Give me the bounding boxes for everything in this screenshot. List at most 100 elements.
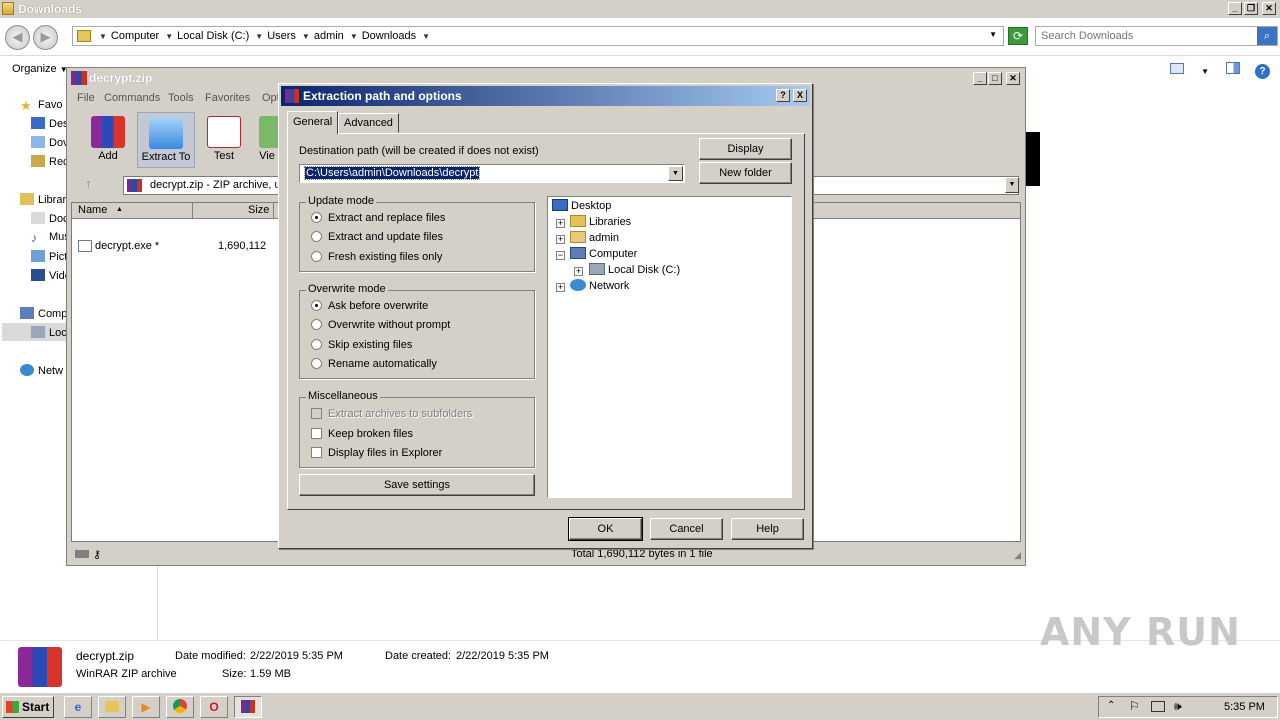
- chevron-down-icon[interactable]: ▼: [165, 32, 173, 41]
- nav-videos[interactable]: Vide: [31, 269, 71, 282]
- close-button[interactable]: ✕: [1006, 72, 1020, 85]
- tree-node-desktop[interactable]: Desktop: [552, 199, 611, 212]
- expand-icon[interactable]: +: [556, 283, 565, 292]
- close-button[interactable]: ✕: [1262, 2, 1276, 15]
- chrome-icon[interactable]: [166, 696, 194, 718]
- organize-button[interactable]: Organize ▼: [12, 63, 68, 75]
- destination-path-value[interactable]: C:\Users\admin\Downloads\decrypt: [303, 166, 481, 180]
- column-name[interactable]: Name: [78, 204, 107, 216]
- breadcrumb-local-disk[interactable]: Local Disk (C:): [177, 30, 249, 42]
- winrar-taskbar-icon[interactable]: [234, 696, 262, 718]
- search-input[interactable]: [1036, 27, 1251, 45]
- radio-skip-existing[interactable]: Skip existing files: [311, 339, 412, 351]
- path-dropdown-button[interactable]: ▼: [1005, 177, 1019, 193]
- column-size[interactable]: Size: [248, 204, 269, 216]
- radio-rename-automatically[interactable]: Rename automatically: [311, 358, 437, 370]
- chevron-down-icon[interactable]: ▼: [422, 32, 430, 41]
- cancel-button[interactable]: Cancel: [650, 518, 723, 540]
- ok-button[interactable]: OK: [568, 517, 643, 541]
- nav-pictures[interactable]: Pict: [31, 250, 67, 263]
- help-icon[interactable]: ?: [1255, 64, 1271, 79]
- nav-music[interactable]: ♪ Mus: [31, 231, 70, 245]
- nav-desktop[interactable]: Des: [31, 117, 69, 130]
- preview-pane-icon[interactable]: [1226, 62, 1241, 74]
- destination-path-field[interactable]: C:\Users\admin\Downloads\decrypt ▼: [299, 164, 685, 183]
- collapse-icon[interactable]: −: [556, 251, 565, 260]
- column-divider[interactable]: [192, 203, 193, 218]
- radio-icon[interactable]: [311, 231, 322, 242]
- expand-icon[interactable]: +: [556, 235, 565, 244]
- chevron-down-icon[interactable]: ▼: [255, 32, 263, 41]
- radio-extract-update[interactable]: Extract and update files: [311, 231, 443, 243]
- tab-advanced[interactable]: Advanced: [338, 113, 399, 133]
- nav-libraries[interactable]: Librar: [20, 193, 66, 206]
- checkbox-keep-broken[interactable]: Keep broken files: [311, 428, 413, 440]
- volume-icon[interactable]: 🕪: [1174, 699, 1182, 714]
- tab-general[interactable]: General: [287, 111, 339, 134]
- view-icon[interactable]: [1170, 63, 1184, 74]
- radio-selected-icon[interactable]: [311, 300, 322, 311]
- tree-node-admin[interactable]: admin: [570, 231, 619, 244]
- extract-to-button[interactable]: Extract To: [137, 112, 195, 168]
- nav-favorites[interactable]: ★ Favo: [20, 98, 62, 113]
- expand-icon[interactable]: +: [556, 219, 565, 228]
- test-button[interactable]: Test: [195, 112, 253, 168]
- back-button[interactable]: ◀: [5, 25, 30, 50]
- clock[interactable]: 5:35 PM: [1224, 701, 1265, 713]
- tree-node-computer[interactable]: Computer: [570, 247, 637, 260]
- menu-favorites[interactable]: Favorites: [205, 92, 250, 104]
- address-box[interactable]: ▼ Computer ▼ Local Disk (C:) ▼ Users ▼ admin ▼ Do…: [72, 26, 1004, 46]
- chevron-down-icon[interactable]: ▼: [302, 32, 310, 41]
- ie-icon[interactable]: e: [64, 696, 92, 718]
- radio-icon[interactable]: [311, 339, 322, 350]
- search-icon[interactable]: ⌕: [1257, 27, 1277, 45]
- checkbox-icon[interactable]: [311, 428, 322, 439]
- tree-node-local-disk[interactable]: Local Disk (C:): [589, 263, 680, 276]
- radio-overwrite-without-prompt[interactable]: Overwrite without prompt: [311, 319, 450, 331]
- breadcrumb-downloads[interactable]: Downloads: [362, 30, 416, 42]
- flag-icon[interactable]: ⚐: [1129, 699, 1140, 713]
- network-tray-icon[interactable]: [1151, 701, 1165, 712]
- minimize-button[interactable]: _: [973, 72, 987, 85]
- chevron-down-icon[interactable]: ▼: [668, 166, 683, 181]
- breadcrumb-admin[interactable]: admin: [314, 30, 344, 42]
- chevron-down-icon[interactable]: ▼: [350, 32, 358, 41]
- new-folder-button[interactable]: New folder: [699, 162, 792, 184]
- radio-icon[interactable]: [311, 358, 322, 369]
- checkbox-display-in-explorer[interactable]: Display files in Explorer: [311, 447, 442, 459]
- add-button[interactable]: Add: [79, 112, 137, 168]
- tree-node-libraries[interactable]: Libraries: [570, 215, 631, 228]
- show-hidden-icon[interactable]: ⌃: [1107, 700, 1115, 711]
- chevron-down-icon[interactable]: ▼: [99, 32, 107, 41]
- breadcrumb-computer[interactable]: Computer: [111, 30, 159, 42]
- expand-icon[interactable]: +: [574, 267, 583, 276]
- radio-ask-before[interactable]: Ask before overwrite: [311, 300, 428, 312]
- refresh-button[interactable]: ⟳: [1008, 27, 1028, 45]
- menu-tools[interactable]: Tools: [168, 92, 194, 104]
- table-row[interactable]: decrypt.exe * 1,690,112: [78, 239, 278, 255]
- tree-node-network[interactable]: Network: [570, 279, 629, 292]
- checkbox-icon[interactable]: [311, 447, 322, 458]
- save-settings-button[interactable]: Save settings: [299, 474, 535, 496]
- dialog-close-button[interactable]: X: [793, 89, 807, 102]
- start-button[interactable]: Start: [2, 696, 54, 718]
- radio-icon[interactable]: [311, 319, 322, 330]
- view-button[interactable]: Vie: [253, 112, 281, 168]
- media-player-icon[interactable]: ▶: [132, 696, 160, 718]
- radio-fresh-existing[interactable]: Fresh existing files only: [311, 251, 442, 263]
- dialog-help-icon[interactable]: ?: [776, 89, 790, 102]
- chevron-down-icon[interactable]: ▼: [1201, 67, 1209, 76]
- radio-icon[interactable]: [311, 251, 322, 262]
- restore-button[interactable]: ❐: [1244, 2, 1258, 15]
- radio-extract-replace[interactable]: Extract and replace files: [311, 212, 445, 224]
- address-dropdown-icon[interactable]: ▼: [989, 30, 997, 39]
- search-box[interactable]: ⌕: [1035, 26, 1278, 46]
- nav-recent[interactable]: Rec: [31, 155, 69, 168]
- explorer-icon[interactable]: [98, 696, 126, 718]
- menu-file[interactable]: File: [77, 92, 95, 104]
- maximize-button[interactable]: □: [988, 72, 1002, 85]
- up-arrow-icon[interactable]: ↑: [85, 176, 92, 191]
- nav-downloads[interactable]: Dov: [31, 136, 69, 149]
- resize-grip-icon[interactable]: ◢: [1014, 550, 1021, 561]
- forward-button[interactable]: ▶: [33, 25, 58, 50]
